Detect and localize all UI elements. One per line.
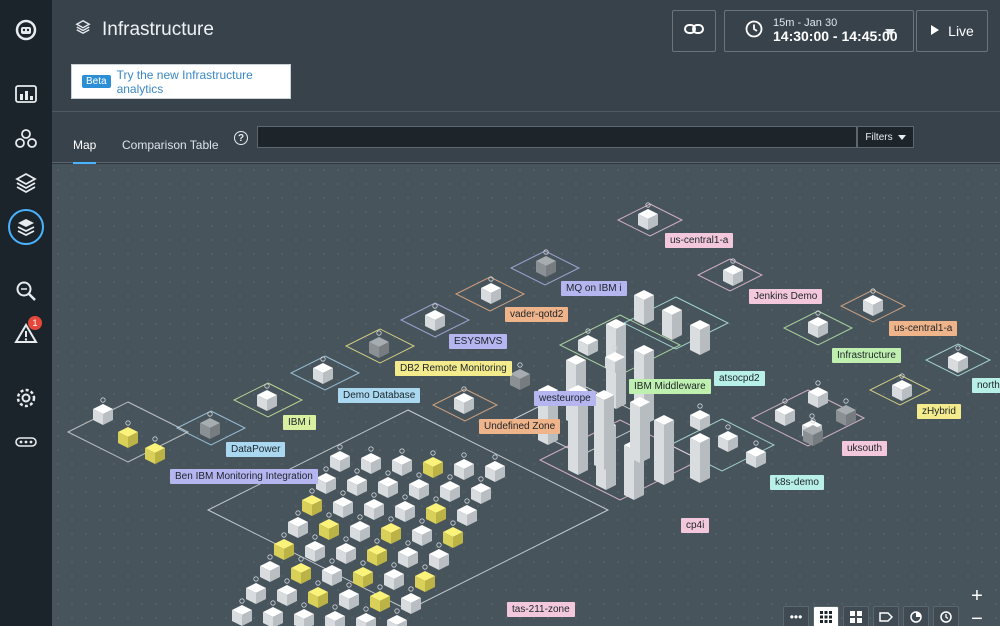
filters-label: Filters [865, 131, 893, 143]
zone-label-north[interactable]: north [972, 378, 1000, 393]
copy-link-button[interactable] [672, 10, 716, 52]
zone-label-mq-on-ibm-i[interactable]: MQ on IBM i [561, 281, 627, 296]
dashboard-icon[interactable] [8, 77, 44, 113]
applications-icon[interactable] [8, 121, 44, 157]
host-tower[interactable] [634, 290, 654, 325]
zone-label-ibm-middleware[interactable]: IBM Middleware [629, 379, 711, 394]
chevron-down-icon [897, 134, 906, 140]
map-toolbar: ••• [783, 606, 959, 626]
events-icon[interactable]: 1 [8, 316, 44, 352]
live-button[interactable]: Live [916, 10, 988, 52]
search-input[interactable] [257, 126, 857, 148]
clock-icon [745, 20, 763, 43]
infrastructure-map[interactable]: us-central1-a Jenkins Demo us-central1-a… [52, 164, 1000, 626]
zone-label-westeurope[interactable]: westeurope [534, 391, 596, 406]
zone-label-infrastructure[interactable]: Infrastructure [832, 348, 901, 363]
pie-chart-icon[interactable] [903, 606, 929, 626]
zone-label-us-central1-a[interactable]: us-central1-a [665, 233, 734, 248]
zone-label-atsocpd2[interactable]: atsocpd2 [714, 371, 765, 386]
tag-icon[interactable] [873, 606, 899, 626]
zoom-out-button[interactable]: − [964, 608, 990, 626]
live-label: Live [948, 23, 974, 39]
zone-label-ben-ibm-monitoring[interactable]: Ben IBM Monitoring Integration [170, 469, 318, 484]
zone-label-ibm-i[interactable]: IBM i [283, 415, 316, 430]
zone-label-undefined-zone[interactable]: Undefined Zone [479, 419, 561, 434]
play-icon [930, 23, 940, 39]
beta-link[interactable]: Try the new Infrastructure analytics [117, 68, 290, 96]
instana-logo-icon[interactable] [8, 12, 44, 48]
tab-map[interactable]: Map [73, 138, 97, 165]
filters-button[interactable]: Filters [857, 126, 914, 148]
time-range-value: 14:30:00 - 14:45:00 [773, 28, 898, 45]
zone-label-esysmvs[interactable]: ESYSMVS [449, 334, 508, 349]
beta-tag: Beta [82, 75, 111, 88]
grid-layout-icon[interactable] [813, 606, 839, 626]
group-layout-icon[interactable] [843, 606, 869, 626]
zone-label-cp4i[interactable]: cp4i [681, 518, 710, 533]
chevron-down-icon [885, 29, 895, 35]
help-icon[interactable]: ? [234, 131, 248, 145]
more-horizontal-icon[interactable]: ••• [783, 606, 809, 626]
zone-label-vader-qotd2[interactable]: vader-qotd2 [505, 307, 569, 322]
infrastructure-icon[interactable] [8, 209, 44, 245]
page-title: Infrastructure [102, 18, 214, 40]
zone-label-us-central1-a-2[interactable]: us-central1-a [889, 321, 958, 336]
header: Infrastructure 15m - Jan 30 14:30:00 - 1… [52, 0, 1000, 64]
sidebar: 1 [0, 0, 52, 626]
host-tower[interactable] [662, 305, 682, 340]
zone-label-jenkins-demo[interactable]: Jenkins Demo [749, 289, 823, 304]
tab-comparison-table[interactable]: Comparison Table [122, 138, 219, 162]
analytics-icon[interactable] [8, 273, 44, 309]
host-tower[interactable] [690, 320, 710, 355]
zone-label-k8s-demo[interactable]: k8s-demo [770, 475, 824, 490]
host-tower[interactable] [630, 397, 650, 463]
link-icon [684, 22, 704, 41]
beta-area: Beta Try the new Infrastructure analytic… [52, 64, 1000, 112]
zoom-in-button[interactable]: + [964, 585, 990, 607]
zone-label-uksouth[interactable]: uksouth [842, 441, 888, 456]
page-title-group: Infrastructure [74, 18, 214, 41]
platforms-icon[interactable] [8, 165, 44, 201]
host-tower[interactable] [690, 433, 710, 483]
clock-icon[interactable] [933, 606, 959, 626]
host-tower[interactable] [594, 390, 614, 470]
settings-icon[interactable] [8, 380, 44, 416]
more-icon[interactable] [8, 424, 44, 460]
tab-bar: Map Comparison Table ? Filters [52, 112, 1000, 165]
host-tower[interactable] [654, 415, 674, 485]
zone-label-tas-211-zone[interactable]: tas-211-zone [507, 602, 575, 617]
beta-banner[interactable]: Beta Try the new Infrastructure analytic… [71, 64, 291, 99]
zone-label-datapower[interactable]: DataPower [226, 442, 286, 457]
zone-label-zhybrid[interactable]: zHybrid [917, 404, 961, 419]
zone-label-demo-database[interactable]: Demo Database [338, 388, 421, 403]
map-canvas[interactable] [52, 164, 1000, 626]
zone-label-db2-remote-monitoring[interactable]: DB2 Remote Monitoring [395, 361, 512, 376]
events-badge: 1 [28, 316, 42, 330]
time-picker-button[interactable]: 15m - Jan 30 14:30:00 - 14:45:00 [724, 10, 914, 52]
infrastructure-title-icon [74, 18, 92, 41]
